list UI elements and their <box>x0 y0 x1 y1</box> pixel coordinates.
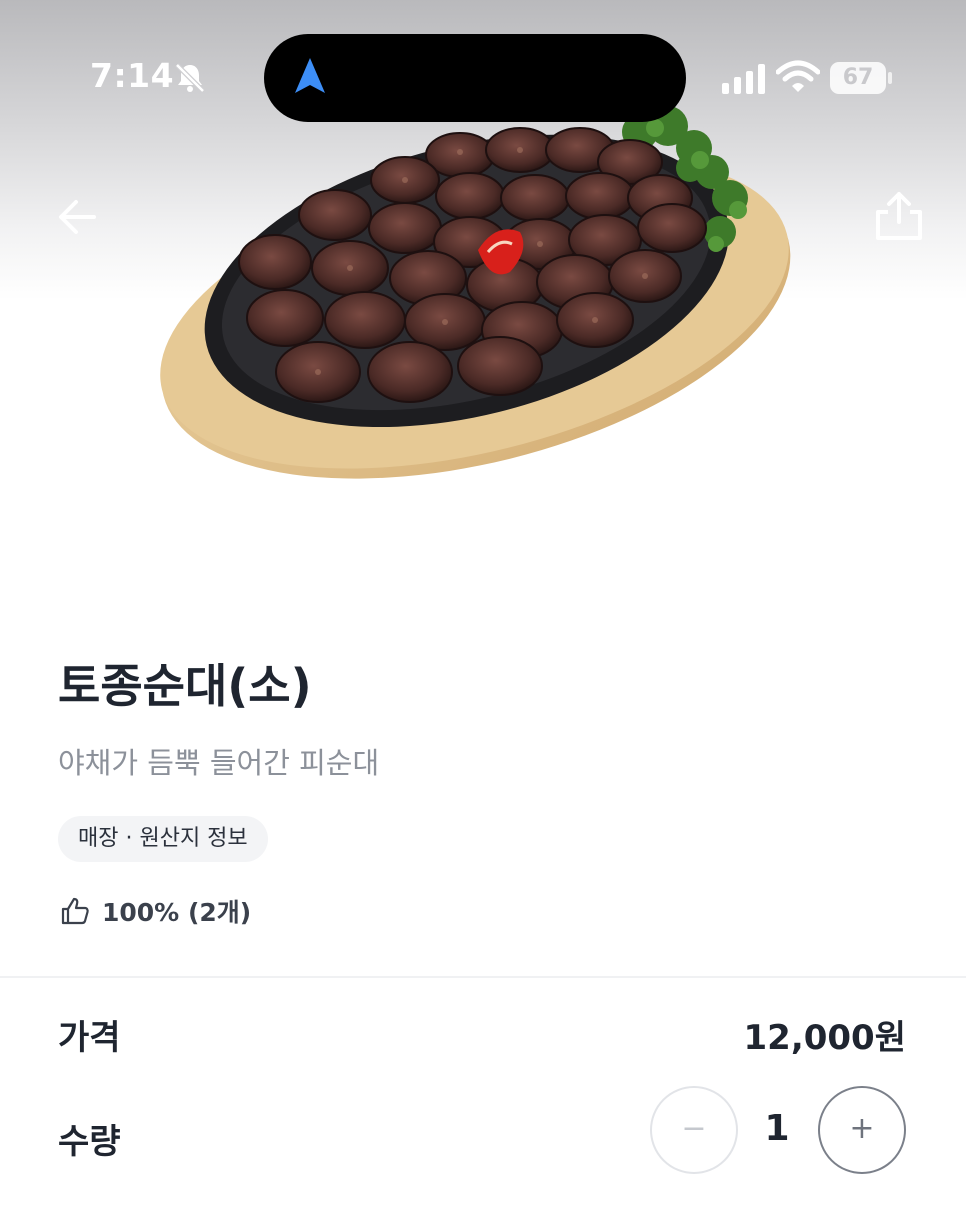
product-description: 야채가 듬뿍 들어간 피순대 <box>58 746 380 780</box>
price-value: 12,000원 <box>743 1018 906 1058</box>
rating-text: 100% (2개) <box>102 898 252 927</box>
location-arrow-icon <box>295 58 325 93</box>
price-label: 가격 <box>58 1018 121 1058</box>
quantity-value: 1 <box>764 1108 790 1149</box>
quantity-label: 수량 <box>58 1122 121 1162</box>
battery-indicator: 67 <box>830 62 886 94</box>
cellular-signal-icon <box>722 64 765 94</box>
arrow-left-icon[interactable] <box>54 194 100 240</box>
section-divider <box>0 976 966 978</box>
rating-summary: 100% (2개) <box>60 893 251 929</box>
product-name: 토종순대(소) <box>58 659 312 713</box>
origin-info-chip[interactable]: 매장 · 원산지 정보 <box>58 816 268 862</box>
quantity-increase-button[interactable]: + <box>818 1086 906 1174</box>
wifi-icon <box>776 60 820 92</box>
quantity-decrease-button[interactable]: − <box>650 1086 738 1174</box>
battery-tip <box>888 72 892 84</box>
share-icon[interactable] <box>872 188 926 242</box>
thumbs-up-icon <box>61 897 89 925</box>
silent-mode-icon <box>175 63 205 93</box>
status-time: 7:14 <box>90 56 175 95</box>
